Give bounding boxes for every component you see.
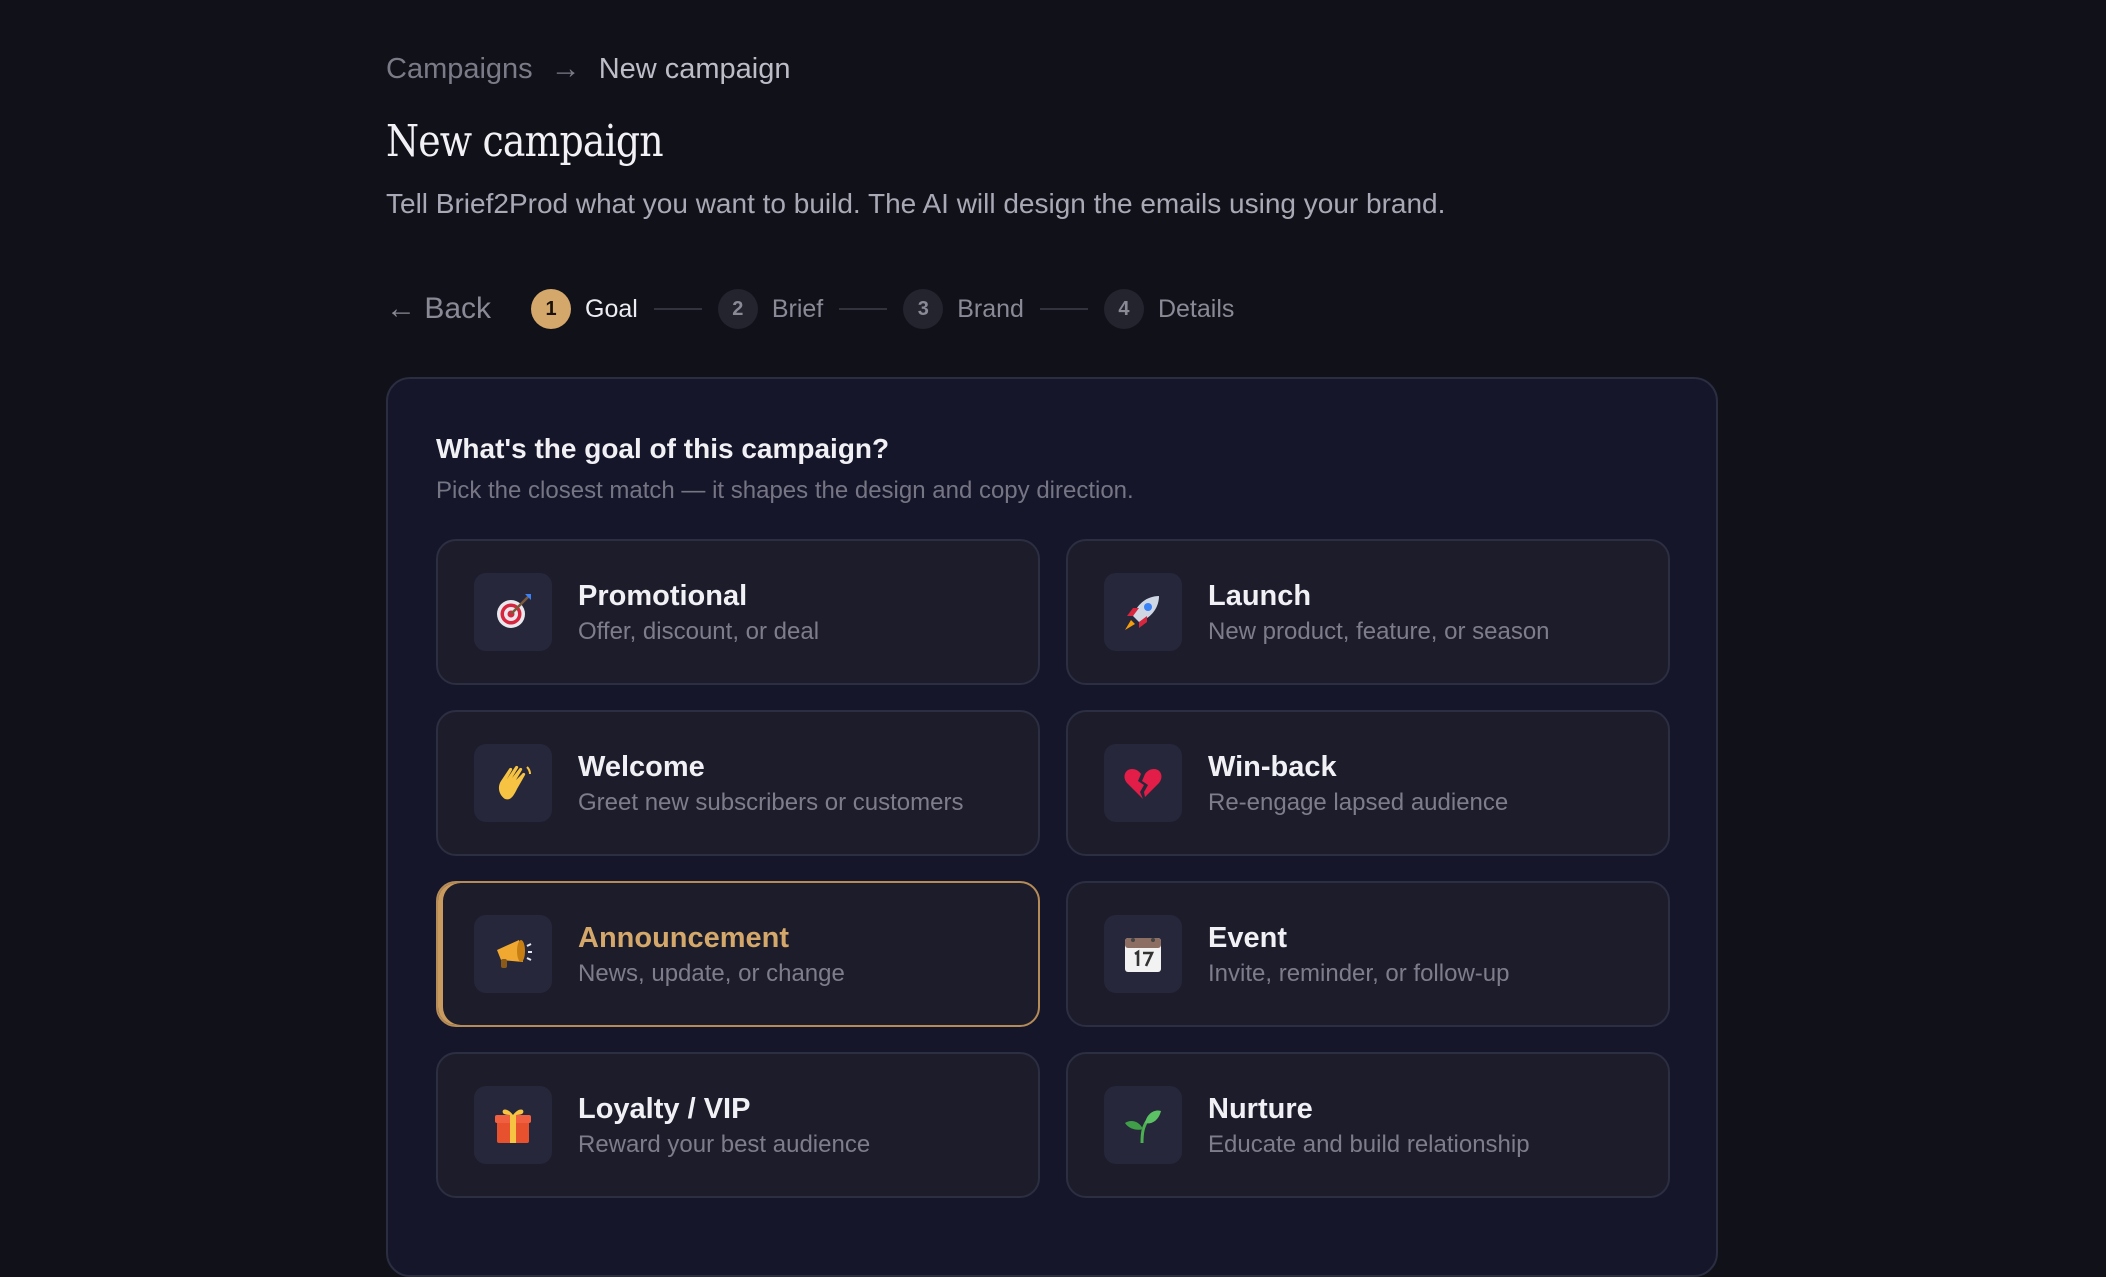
back-button[interactable]: ← Back bbox=[386, 292, 491, 326]
megaphone-icon bbox=[474, 915, 552, 993]
step-label: Goal bbox=[585, 294, 638, 323]
goal-options-grid: Promotional Offer, discount, or deal Lau… bbox=[436, 539, 1670, 1198]
breadcrumb-separator: → bbox=[550, 52, 581, 85]
step-number: 1 bbox=[531, 289, 572, 329]
step-brand[interactable]: 3 Brand bbox=[903, 289, 1024, 329]
option-title: Nurture bbox=[1208, 1093, 1313, 1125]
goal-option-launch[interactable]: Launch New product, feature, or season bbox=[1066, 539, 1670, 685]
option-title: Launch bbox=[1208, 580, 1312, 612]
breadcrumb-current: New campaign bbox=[598, 52, 791, 85]
option-description: Educate and build relationship bbox=[1208, 1130, 1530, 1158]
breadcrumb: Campaigns → New campaign bbox=[386, 52, 791, 86]
step-connector bbox=[839, 308, 888, 310]
goal-question: What's the goal of this campaign? bbox=[436, 433, 890, 464]
step-goal[interactable]: 1 Goal bbox=[531, 289, 638, 329]
waving-hand-icon bbox=[474, 744, 552, 822]
step-connector bbox=[653, 308, 702, 310]
option-description: Greet new subscribers or customers bbox=[578, 788, 964, 816]
goal-hint: Pick the closest match — it shapes the d… bbox=[436, 477, 1134, 504]
step-label: Brand bbox=[957, 294, 1024, 323]
stepper: ← Back 1 Goal 2 Brief 3 Brand 4 Details bbox=[386, 288, 1234, 330]
goal-option-event[interactable]: Event Invite, reminder, or follow-up bbox=[1066, 881, 1670, 1027]
seedling-icon bbox=[1104, 1086, 1182, 1164]
step-details[interactable]: 4 Details bbox=[1103, 289, 1235, 329]
option-title: Promotional bbox=[578, 580, 748, 612]
step-label: Details bbox=[1157, 294, 1235, 323]
target-icon bbox=[474, 573, 552, 651]
goal-option-loyalty-vip[interactable]: Loyalty / VIP Reward your best audience bbox=[436, 1052, 1040, 1198]
page-subtitle: Tell Brief2Prod what you want to build. … bbox=[386, 188, 1446, 219]
option-description: Reward your best audience bbox=[578, 1130, 871, 1158]
step-number: 2 bbox=[717, 289, 758, 329]
step-connector bbox=[1039, 308, 1088, 310]
calendar-icon bbox=[1104, 915, 1182, 993]
rocket-icon bbox=[1104, 573, 1182, 651]
step-brief[interactable]: 2 Brief bbox=[717, 289, 824, 329]
page-title: New campaign bbox=[386, 116, 664, 167]
step-number: 4 bbox=[1103, 289, 1144, 329]
option-title: Event bbox=[1208, 922, 1287, 954]
option-title: Win-back bbox=[1208, 751, 1337, 783]
breadcrumb-campaigns-link[interactable]: Campaigns bbox=[386, 53, 533, 86]
broken-heart-icon bbox=[1104, 744, 1182, 822]
goal-option-announcement[interactable]: Announcement News, update, or change bbox=[436, 881, 1040, 1027]
goal-option-promotional[interactable]: Promotional Offer, discount, or deal bbox=[436, 539, 1040, 685]
option-description: New product, feature, or season bbox=[1208, 617, 1550, 645]
option-description: Invite, reminder, or follow-up bbox=[1208, 959, 1510, 987]
option-description: Re-engage lapsed audience bbox=[1208, 788, 1509, 816]
option-title: Announcement bbox=[578, 922, 790, 954]
option-title: Welcome bbox=[578, 751, 705, 783]
goal-option-welcome[interactable]: Welcome Greet new subscribers or custome… bbox=[436, 710, 1040, 856]
goal-card: What's the goal of this campaign? Pick t… bbox=[386, 377, 1718, 1277]
option-description: Offer, discount, or deal bbox=[578, 617, 820, 645]
goal-option-win-back[interactable]: Win-back Re-engage lapsed audience bbox=[1066, 710, 1670, 856]
gift-icon bbox=[474, 1086, 552, 1164]
step-number: 3 bbox=[903, 289, 944, 329]
option-title: Loyalty / VIP bbox=[578, 1093, 751, 1125]
goal-option-nurture[interactable]: Nurture Educate and build relationship bbox=[1066, 1052, 1670, 1198]
step-label: Brief bbox=[771, 294, 824, 323]
option-description: News, update, or change bbox=[578, 959, 845, 987]
